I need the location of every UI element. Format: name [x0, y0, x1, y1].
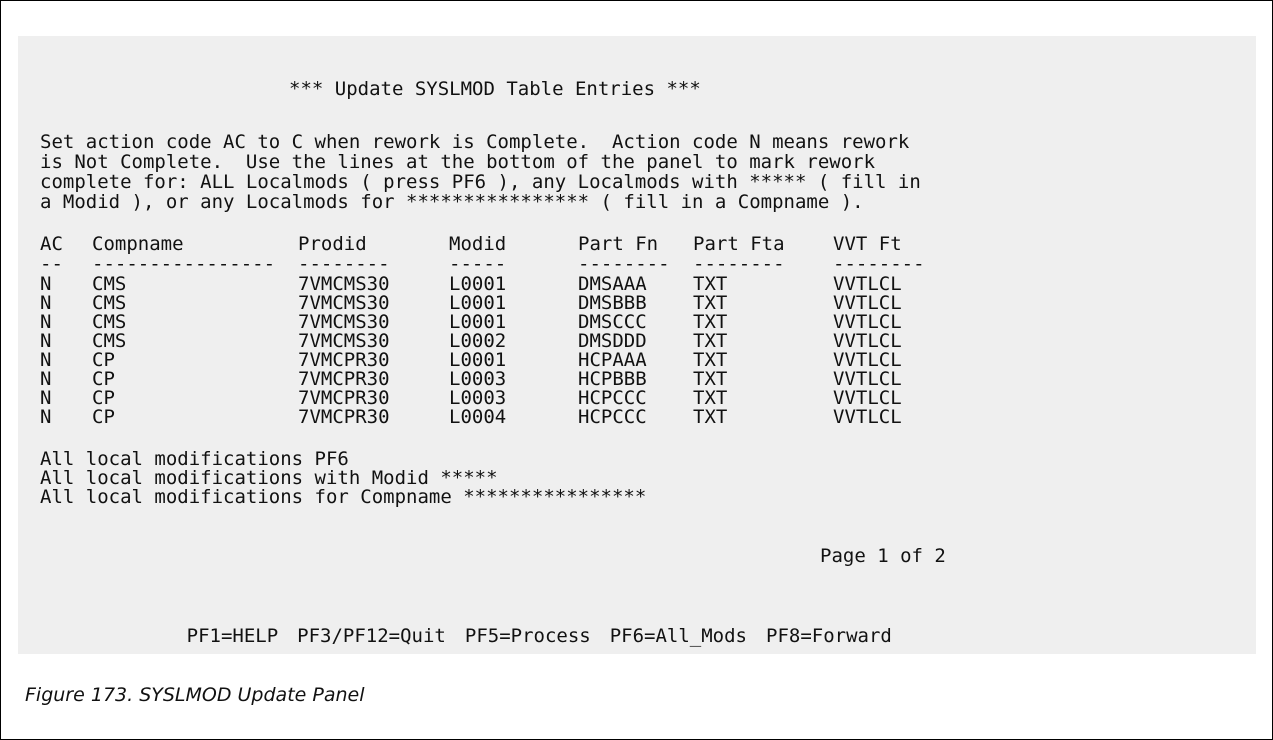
header-part-fta: Part Fta — [693, 233, 785, 255]
pf8-forward-key[interactable]: PF8=Forward — [766, 625, 892, 647]
row-vvt-ft: VVTLCL — [833, 387, 902, 409]
row-modid: L0001 — [449, 292, 507, 314]
header-prodid: Prodid — [298, 233, 367, 255]
separator-vvt-ft: -------- — [833, 253, 925, 275]
all-local-mods-pf6-line[interactable]: All local modifications PF6 — [40, 450, 349, 469]
row-vvt-ft: VVTLCL — [833, 311, 902, 333]
row-part-fn: DMSBBB — [578, 292, 647, 314]
panel-title: *** Update SYSLMOD Table Entries *** — [289, 78, 701, 100]
row-part-fn: DMSAAA — [578, 273, 647, 295]
figure-frame: *** Update SYSLMOD Table Entries *** Set… — [0, 0, 1273, 740]
row-ac-field[interactable]: N — [40, 313, 51, 332]
row-prodid: 7VMCMS30 — [298, 311, 390, 333]
row-prodid: 7VMCPR30 — [298, 387, 390, 409]
row-vvt-ft: VVTLCL — [833, 368, 902, 390]
header-compname: Compname — [92, 233, 184, 255]
pf5-process-key[interactable]: PF5=Process — [465, 625, 591, 647]
header-vvt-ft: VVT Ft — [833, 233, 902, 255]
row-compname: CP — [92, 406, 115, 428]
header-ac: AC — [40, 233, 63, 255]
row-compname: CMS — [92, 311, 127, 333]
pf6-all-mods-key[interactable]: PF6=All_Mods — [610, 625, 747, 647]
row-prodid: 7VMCPR30 — [298, 368, 390, 390]
row-part-fta: TXT — [693, 311, 728, 333]
row-compname: CP — [92, 349, 115, 371]
row-modid: L0002 — [449, 330, 507, 352]
pf1-help-key[interactable]: PF1=HELP — [187, 625, 279, 647]
row-part-fta: TXT — [693, 368, 728, 390]
separator-compname: ---------------- — [92, 253, 276, 275]
row-prodid: 7VMCPR30 — [298, 406, 390, 428]
row-prodid: 7VMCPR30 — [298, 349, 390, 371]
row-modid: L0003 — [449, 387, 507, 409]
row-part-fta: TXT — [693, 330, 728, 352]
pf3-pf12-quit-key[interactable]: PF3/PF12=Quit — [297, 625, 446, 647]
row-modid: L0003 — [449, 368, 507, 390]
intro-line-4: a Modid ), or any Localmods for ********… — [40, 191, 864, 213]
row-ac-field[interactable]: N — [40, 275, 51, 294]
row-part-fta: TXT — [693, 292, 728, 314]
row-compname: CP — [92, 368, 115, 390]
row-part-fn: DMSCCC — [578, 311, 647, 333]
row-modid: L0001 — [449, 349, 507, 371]
local-mods-with-modid-line[interactable]: All local modifications with Modid ***** — [40, 469, 498, 488]
figure-caption: Figure 173. SYSLMOD Update Panel — [25, 684, 365, 706]
terminal-panel: *** Update SYSLMOD Table Entries *** Set… — [18, 36, 1256, 654]
row-vvt-ft: VVTLCL — [833, 406, 902, 428]
row-part-fn: DMSDDD — [578, 330, 647, 352]
row-part-fn: HCPCCC — [578, 387, 647, 409]
row-part-fta: TXT — [693, 387, 728, 409]
row-ac-field[interactable]: N — [40, 408, 51, 427]
separator-ac: -- — [40, 253, 63, 275]
row-prodid: 7VMCMS30 — [298, 273, 390, 295]
row-compname: CP — [92, 387, 115, 409]
row-modid: L0001 — [449, 273, 507, 295]
row-ac-field[interactable]: N — [40, 332, 51, 351]
row-ac-field[interactable]: N — [40, 370, 51, 389]
row-part-fta: TXT — [693, 349, 728, 371]
intro-line-1: Set action code AC to C when rework is C… — [40, 131, 910, 153]
row-part-fta: TXT — [693, 273, 728, 295]
row-part-fn: HCPBBB — [578, 368, 647, 390]
intro-line-2: is Not Complete. Use the lines at the bo… — [40, 151, 876, 173]
intro-line-3: complete for: ALL Localmods ( press PF6 … — [40, 171, 921, 193]
row-compname: CMS — [92, 330, 127, 352]
row-ac-field[interactable]: N — [40, 294, 51, 313]
separator-prodid: -------- — [298, 253, 390, 275]
local-mods-for-compname-line[interactable]: All local modifications for Compname ***… — [40, 488, 646, 507]
row-prodid: 7VMCMS30 — [298, 292, 390, 314]
separator-part-fn: -------- — [578, 253, 670, 275]
row-prodid: 7VMCMS30 — [298, 330, 390, 352]
header-modid: Modid — [449, 233, 507, 255]
row-compname: CMS — [92, 273, 127, 295]
row-modid: L0001 — [449, 311, 507, 333]
separator-part-fta: -------- — [693, 253, 785, 275]
row-part-fn: HCPAAA — [578, 349, 647, 371]
row-vvt-ft: VVTLCL — [833, 349, 902, 371]
pf-key-bar: PF1=HELP PF3/PF12=Quit PF5=Process PF6=All_… — [118, 611, 911, 646]
row-part-fta: TXT — [693, 406, 728, 428]
row-part-fn: HCPCCC — [578, 406, 647, 428]
page-indicator: Page 1 of 2 — [820, 545, 946, 567]
row-vvt-ft: VVTLCL — [833, 273, 902, 295]
row-modid: L0004 — [449, 406, 507, 428]
row-compname: CMS — [92, 292, 127, 314]
header-part-fn: Part Fn — [578, 233, 659, 255]
row-vvt-ft: VVTLCL — [833, 292, 902, 314]
row-ac-field[interactable]: N — [40, 389, 51, 408]
row-vvt-ft: VVTLCL — [833, 330, 902, 352]
separator-modid: ----- — [449, 253, 507, 275]
row-ac-field[interactable]: N — [40, 351, 51, 370]
